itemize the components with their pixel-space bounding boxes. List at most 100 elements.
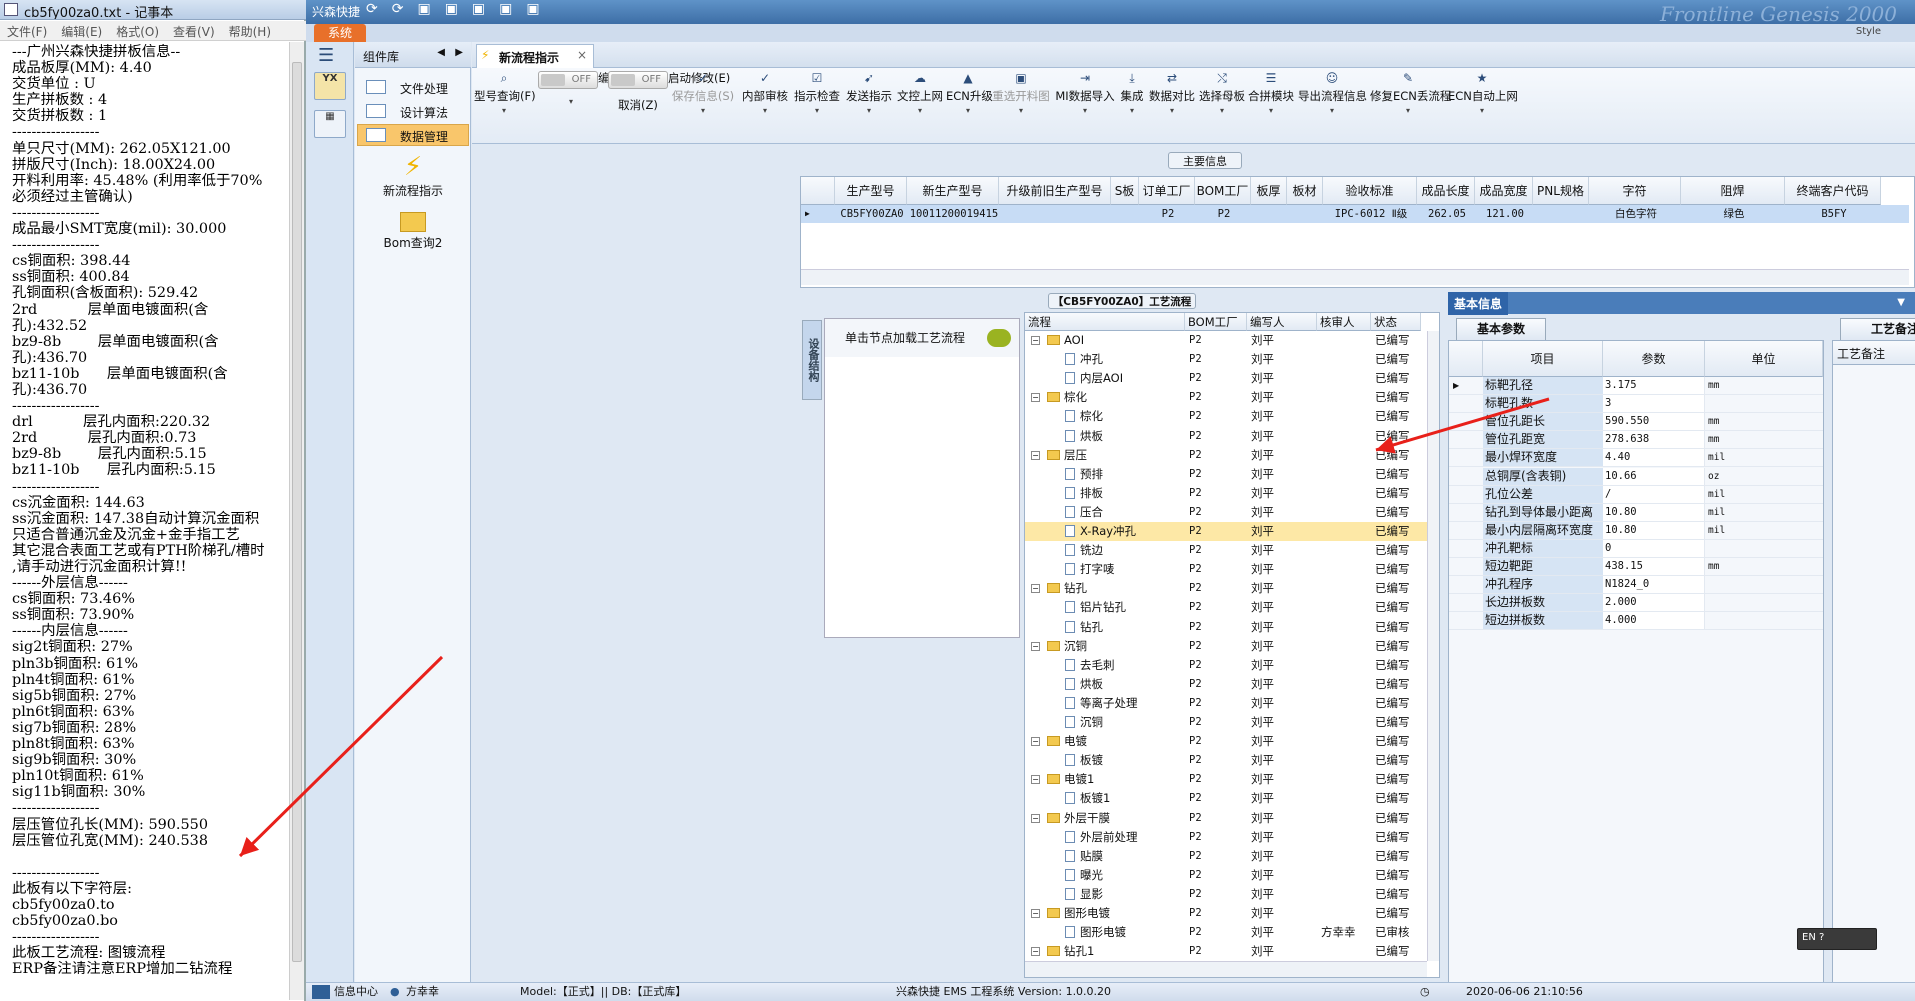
table-cell[interactable]: 262.05 [1419,205,1475,223]
col-header[interactable]: 新生产型号 [907,177,999,205]
process-tree-row[interactable]: 钻孔 P2 刘平 已编写 [1025,618,1439,637]
toggle-switch[interactable]: OFF [608,71,668,89]
param-value[interactable]: 10.66 [1603,467,1705,485]
comp-design-algorithm[interactable]: 设计算法 [357,100,469,122]
dropdown-icon[interactable]: ▼ [1891,294,1911,311]
equipment-structure-tab[interactable]: 设备结构 [802,320,822,400]
horizontal-scrollbar[interactable] [801,269,1909,285]
param-row[interactable]: 最小焊环宽度 4.40 mil [1449,449,1823,468]
process-tree-row[interactable]: 烘板 P2 刘平 已编写 [1025,675,1439,694]
table-cell[interactable]: P2 [1141,205,1195,223]
process-tree-row[interactable]: 内层AOI P2 刘平 已编写 [1025,369,1439,388]
col-header[interactable]: 验收标准 [1323,177,1417,205]
collapse-toggle-icon[interactable]: − [1031,909,1040,918]
info-center-link[interactable]: 信息中心 [334,983,378,1001]
param-row[interactable]: 长边拼板数 2.000 [1449,594,1823,613]
ribbon-btn-13[interactable]: ⤭ 选择母板 ▾ [1198,70,1246,140]
process-tree-row[interactable]: 烘板 P2 刘平 已编写 [1025,427,1439,446]
ribbon-btn-8[interactable]: ▲ ECN升级 ▾ [946,70,993,140]
system-menu-tab[interactable]: 系统 [314,24,366,42]
bom-query-item[interactable]: Bom查询2 [355,208,471,260]
ribbon-btn-11[interactable]: ⤓ 集成 ▾ [1118,70,1146,140]
col-header[interactable]: 成品宽度 [1475,177,1533,205]
param-value[interactable]: / [1603,485,1705,503]
param-row[interactable]: 短边拼板数 4.000 [1449,612,1823,631]
param-row[interactable]: 钻孔到导体最小距离 10.80 mil [1449,503,1823,522]
ribbon-btn-12[interactable]: ⇄ 数据对比 ▾ [1148,70,1196,140]
param-col-header[interactable]: 单位 [1705,341,1823,377]
process-tree-row[interactable]: 等离子处理 P2 刘平 已编写 [1025,694,1439,713]
close-icon[interactable]: × [577,48,587,62]
param-row[interactable]: 管位孔距长 590.550 mm [1449,413,1823,432]
ribbon-btn-6[interactable]: ➹ 发送指示 ▾ [844,70,894,140]
process-col-header[interactable]: 流程 [1025,313,1185,331]
col-header[interactable]: 订单工厂 [1139,177,1195,205]
cancel-label[interactable]: 取消(Z) [608,97,668,113]
process-tree-row[interactable]: 去毛刺 P2 刘平 已编写 [1025,656,1439,675]
process-tree-row[interactable]: 外层前处理 P2 刘平 已编写 [1025,828,1439,847]
param-col-header[interactable]: 项目 [1483,341,1603,377]
table-cell[interactable]: B5FY [1787,205,1881,223]
craft-col-header[interactable]: 工艺备注 [1833,341,1915,365]
col-header[interactable]: 终端客户代码 [1785,177,1881,205]
notepad-menu-item[interactable]: 格式(O) [109,21,166,42]
tab-basic-params[interactable]: 基本参数 [1456,318,1546,340]
table-row[interactable]: ▶ CB5FY00ZA0 10011200019415 P2 P2 IPC-6012 Ⅱ级… [801,205,1909,223]
process-tree-row[interactable]: X-Ray冲孔 P2 刘平 已编写 [1025,522,1439,541]
ime-language[interactable]: EN [1802,932,1816,943]
ribbon-btn-10[interactable]: ⇥ MI数据导入 ▾ [1054,70,1116,140]
notepad-menu-item[interactable]: 帮助(H) [222,21,278,42]
collapse-toggle-icon[interactable]: − [1031,584,1040,594]
tab-craft-remarks[interactable]: 工艺备注 [1840,318,1915,340]
process-tree-row[interactable]: 冲孔 P2 刘平 已编写 [1025,350,1439,369]
param-value[interactable]: 3.175 [1603,377,1705,394]
table-cell[interactable]: 10011200019415 [909,205,999,223]
param-value[interactable]: 438.15 [1603,558,1705,575]
process-tree-row[interactable]: 棕化 P2 刘平 已编写 [1025,407,1439,426]
param-row[interactable]: 短边靶距 438.15 mm [1449,558,1823,576]
table-cell[interactable]: P2 [1197,205,1251,223]
process-tree-row[interactable]: 排板 P2 刘平 已编写 [1025,484,1439,503]
ribbon-btn-0[interactable]: ⌕ 型号查询(F) ▾ [474,70,536,140]
ime-toolbar[interactable]: EN ? [1797,928,1877,950]
param-value[interactable]: 2.000 [1603,594,1705,612]
calculator-icon[interactable]: ▦ [314,110,346,138]
process-tree-row[interactable]: 板镀1 P2 刘平 已编写 [1025,789,1439,808]
process-col-header[interactable]: 状态 [1371,313,1421,331]
table-cell[interactable]: IPC-6012 Ⅱ级 [1325,205,1417,223]
notepad-text-area[interactable]: ---广州兴森快捷拼板信息-- 成品板厚(MM): 4.40 交货单位 : U 生产拼… [12,44,294,1001]
vertical-scrollbar[interactable] [1427,331,1439,961]
notepad-scrollbar[interactable] [289,42,304,1000]
param-value[interactable]: 3 [1603,395,1705,413]
process-tree-row[interactable]: − 外层干膜 P2 刘平 已编写 [1025,809,1439,828]
collapse-toggle-icon[interactable]: − [1031,775,1040,785]
param-value[interactable]: 278.638 [1603,431,1705,449]
param-value[interactable]: 10.80 [1603,503,1705,521]
col-header[interactable]: 升级前旧生产型号 [999,177,1111,205]
pin-icon[interactable]: ◀ [437,47,445,58]
param-row[interactable]: 最小内层隔离环宽度 10.80 mil [1449,521,1823,540]
table-cell[interactable]: 白色字符 [1591,205,1681,223]
ribbon-btn-17[interactable]: ★ ECN自动上网 ▾ [1448,70,1518,140]
collapse-toggle-icon[interactable]: − [1031,450,1040,460]
horizontal-scrollbar[interactable] [1025,961,1427,977]
process-tree-row[interactable]: 沉铜 P2 刘平 已编写 [1025,713,1439,732]
ribbon-btn-4[interactable]: ✓ 内部审核 ▾ [740,70,790,140]
ribbon-btn-14[interactable]: ☰ 合拼模块 ▾ [1246,70,1296,140]
param-value[interactable]: 590.550 [1603,413,1705,431]
collapse-toggle-icon[interactable]: − [1031,641,1040,651]
process-tree-row[interactable]: − AOI P2 刘平 已编写 [1025,331,1439,350]
process-tree-row[interactable]: − 棕化 P2 刘平 已编写 [1025,388,1439,407]
param-value[interactable]: N1824_0 [1603,576,1705,594]
toggle-switch[interactable]: OFF [538,71,598,89]
collapse-toggle-icon[interactable]: − [1031,737,1040,747]
col-header[interactable]: 板材 [1287,177,1323,205]
process-tree-row[interactable]: 贴膜 P2 刘平 已编写 [1025,847,1439,866]
process-tree-row[interactable]: 预排 P2 刘平 已编写 [1025,465,1439,484]
process-tree-row[interactable]: − 电镀 P2 刘平 已编写 [1025,732,1439,751]
tab-new-process[interactable]: ⚡ 新流程指示 × [476,44,594,68]
notepad-menu-item[interactable]: 查看(V) [166,21,222,42]
col-header[interactable]: PNL规格 [1533,177,1589,205]
param-row[interactable]: 冲孔靶标 0 [1449,539,1823,558]
collapse-icon[interactable]: ▶ [455,47,463,58]
